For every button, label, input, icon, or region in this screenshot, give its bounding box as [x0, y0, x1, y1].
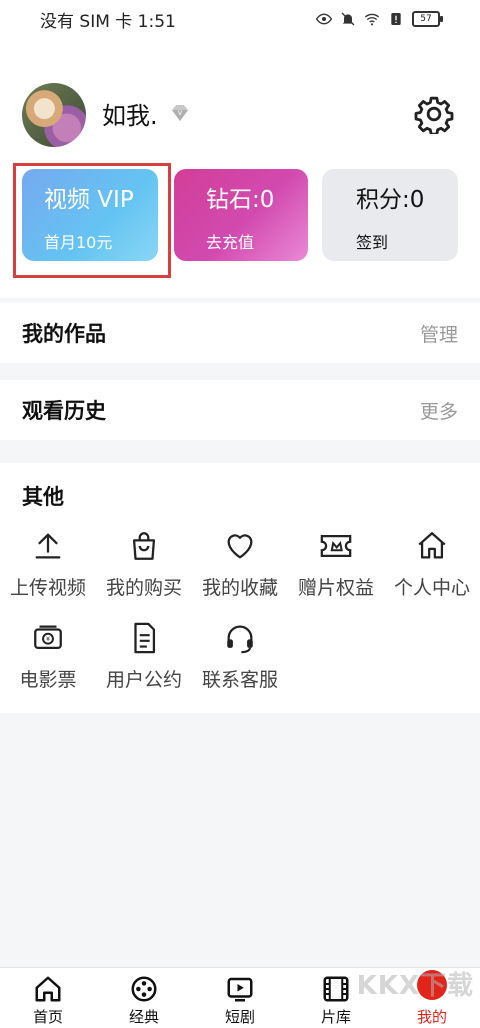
- grid-item-movie-ticket[interactable]: ¥ 电影票: [0, 621, 96, 692]
- status-bar: 没有 SIM 卡 1:51 57: [0, 0, 480, 38]
- grid-label: 赠片权益: [297, 577, 374, 599]
- grid-item-upload-video[interactable]: 上传视频: [0, 529, 96, 600]
- points-card-title: 积分:0: [356, 187, 425, 213]
- settings-gear-icon[interactable]: [414, 94, 454, 134]
- watch-history-title: 观看历史: [22, 399, 106, 423]
- diamond-level-icon: V: [172, 105, 188, 121]
- diamond-card[interactable]: 钻石:0 去充值: [174, 169, 308, 261]
- grid-label: 联系客服: [201, 669, 278, 691]
- more-link[interactable]: 更多: [420, 397, 458, 424]
- grid-label: 个人中心: [393, 577, 470, 599]
- manage-link[interactable]: 管理: [420, 320, 458, 347]
- tab-label: 首页: [32, 1008, 63, 1026]
- tab-label: 短剧: [224, 1008, 255, 1026]
- ticket-crown-icon: [320, 534, 352, 558]
- others-title: 其他: [22, 485, 64, 509]
- watermark: KKX下载: [356, 971, 474, 1001]
- grid-item-my-purchases[interactable]: 我的购买: [96, 529, 192, 600]
- status-icons: 57: [316, 11, 443, 27]
- grid-label: 我的购买: [105, 577, 182, 599]
- grid-label: 上传视频: [9, 577, 86, 599]
- points-card[interactable]: 积分:0 签到: [322, 169, 458, 261]
- alert-icon: [391, 13, 401, 25]
- tab-classic[interactable]: 经典: [96, 968, 192, 1028]
- status-carrier-time: 没有 SIM 卡 1:51: [40, 11, 176, 32]
- movie-ticket-icon: ¥: [34, 625, 62, 650]
- grid-item-customer-service[interactable]: 联系客服: [192, 621, 288, 692]
- my-works-title: 我的作品: [22, 322, 106, 346]
- svg-text:¥: ¥: [46, 635, 50, 643]
- document-icon: [134, 622, 156, 654]
- upload-icon: [35, 533, 61, 559]
- home-icon: [418, 532, 446, 559]
- eye-icon: [316, 13, 332, 25]
- grid-label: 用户公约: [105, 669, 182, 691]
- grid-item-personal-center[interactable]: 个人中心: [384, 529, 480, 600]
- vip-highlight-box: [13, 163, 171, 278]
- watch-history-row[interactable]: 观看历史 更多: [0, 380, 480, 440]
- headset-icon: [227, 625, 253, 654]
- heart-icon: [227, 534, 253, 559]
- tab-label: 片库: [320, 1008, 351, 1026]
- play-screen-icon: [227, 977, 253, 1002]
- username[interactable]: 如我.: [102, 96, 158, 131]
- grid-item-gift-rights[interactable]: 赠片权益: [288, 529, 384, 600]
- diamond-card-title: 钻石:0: [206, 187, 275, 213]
- my-works-row[interactable]: 我的作品 管理: [0, 303, 480, 363]
- home-icon: [35, 976, 61, 1002]
- grid-item-user-agreement[interactable]: 用户公约: [96, 621, 192, 692]
- shopping-bag-icon: [132, 532, 156, 560]
- tab-short-drama[interactable]: 短剧: [192, 968, 288, 1028]
- grid-label: 电影票: [19, 669, 77, 691]
- diamond-card-sub: 去充值: [206, 233, 255, 252]
- wifi-icon: [364, 13, 380, 26]
- battery-indicator: 57: [412, 11, 443, 27]
- others-section: 其他 上传视频 我的购买 我的收藏 赠片权益 个人中心 ¥ 电影票 用户公约 联…: [0, 463, 480, 713]
- film-strip-icon: [323, 976, 349, 1002]
- avatar[interactable]: [22, 83, 86, 147]
- points-card-sub: 签到: [356, 233, 389, 252]
- tab-label: 我的: [416, 1008, 447, 1026]
- film-reel-icon: [131, 976, 157, 1002]
- profile-header: 如我. V 视频 VIP 首月10元 钻石:0 去充值 积分:0 签到: [0, 38, 480, 298]
- tab-label: 经典: [128, 1008, 159, 1026]
- grid-item-my-favorites[interactable]: 我的收藏: [192, 529, 288, 600]
- mute-bell-icon: [341, 12, 355, 26]
- grid-label: 我的收藏: [201, 577, 278, 599]
- tab-home[interactable]: 首页: [0, 968, 96, 1028]
